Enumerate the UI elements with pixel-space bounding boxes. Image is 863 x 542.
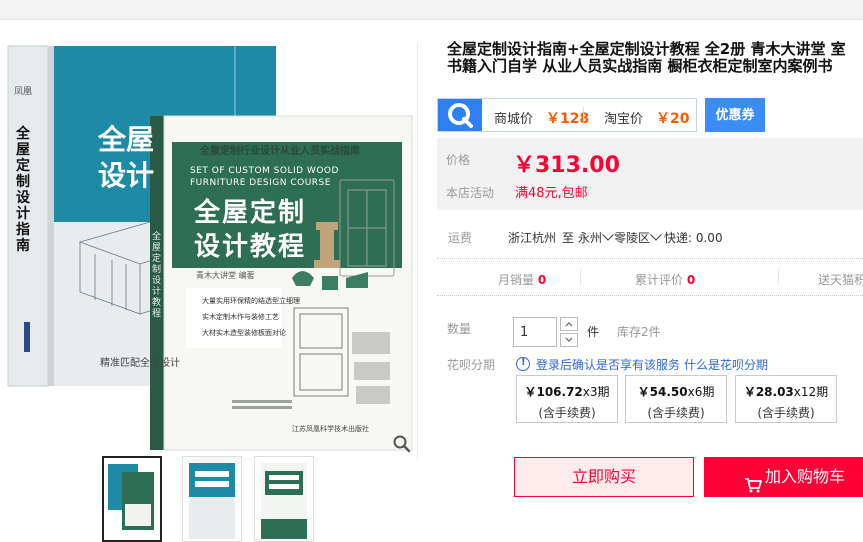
price-compare-box: 商城价 ￥128 淘宝价 ￥20 (437, 98, 697, 132)
installment-fee: (含手续费) (647, 406, 705, 420)
installment-option-12[interactable]: ￥28.03x12期 (含手续费) (735, 375, 837, 423)
back-book-subtitle: 精准匹配全屋设计 (100, 358, 180, 369)
quantity-label: 数量 (447, 322, 472, 336)
shipping-label: 运费 (448, 231, 473, 245)
quantity-unit: 件 (587, 325, 600, 339)
chevron-down-icon (565, 337, 573, 342)
price-compare-icon (438, 99, 482, 131)
add-to-cart-button[interactable]: 加入购物车 (704, 457, 863, 497)
installment-option-3[interactable]: ￥106.72x3期 (含手续费) (516, 375, 618, 423)
chevron-down-icon (602, 229, 614, 241)
tmall-points: 送天猫积 (818, 273, 863, 287)
chevron-down-icon (650, 229, 662, 241)
shipping-express: 快递: 0.00 (664, 231, 723, 245)
promotion-label: 本店活动 (446, 186, 495, 200)
front-book-spine-title: 全屋定制设计教程 (152, 232, 162, 319)
product-title-line1: 全屋定制设计指南+全屋定制设计教程 全2册 青木大讲堂 室 (447, 41, 846, 58)
installment-periods: x12期 (793, 385, 829, 399)
product-title-line2: 书籍入门自学 从业人员实战指南 橱柜衣柜定制室内案例书 (447, 57, 833, 75)
shipping-district: 零陵区 (614, 231, 651, 245)
front-book-title-line1: 全屋定制 (194, 198, 307, 228)
huabei-label: 花呗分期 (447, 358, 496, 372)
front-book-en-line1: SET OF CUSTOM SOLID WOOD (190, 166, 339, 176)
thumbnail-3[interactable] (254, 456, 314, 542)
shipping-city-select[interactable]: 永州 (578, 229, 614, 246)
monthly-sales: 月销量 0 (498, 271, 546, 288)
shipping-district-select[interactable]: 零陵区 (614, 229, 662, 246)
installment-fee: (含手续费) (757, 406, 815, 420)
quantity-increase-button[interactable] (560, 317, 578, 331)
installment-amount: ￥106.72 (524, 385, 583, 399)
buy-now-button[interactable]: 立即购买 (514, 457, 694, 497)
front-book-top-line: 全屋定制行业设计从业人员实战指南 (200, 146, 360, 157)
review-count-value: 0 (686, 273, 696, 287)
front-book-bullet-1: 大量实用环保精的结选型立细理 (202, 297, 300, 305)
front-book-publisher: 江苏凤凰科学技术出版社 (292, 425, 369, 433)
sales-stats-bar: 月销量 0 累计评价 0 送天猫积 (437, 258, 863, 296)
thumbnail-1-image (108, 464, 154, 530)
monthly-sales-value: 0 (537, 273, 547, 287)
promotion-text: 满48元,包邮 (515, 186, 588, 201)
price-panel (437, 138, 863, 210)
quantity-input[interactable] (513, 317, 557, 347)
price-label: 价格 (446, 153, 471, 167)
thumbnail-2-image (189, 463, 235, 539)
chevron-up-icon (565, 322, 573, 327)
installment-periods: x6期 (687, 385, 715, 399)
shipping-from: 浙江杭州 (508, 231, 557, 245)
product-title: 全屋定制设计指南+全屋定制设计教程 全2册 青木大讲堂 室 书籍入门自学 从业人… (447, 41, 863, 75)
back-book-spine-badge: 凤凰 (14, 87, 33, 97)
review-count-label: 累计评价 (635, 273, 684, 287)
back-book-spine-title: 全屋定制设计指南 (16, 126, 30, 254)
thumbnail-1[interactable] (102, 456, 162, 542)
main-product-image[interactable]: 全屋定制设计指南 凤凰 全屋 设计 精准匹配全屋设计 全屋定制行业设计从业人员实… (0, 42, 418, 460)
add-to-cart-label: 加入购物车 (765, 467, 846, 486)
front-book-title-line2: 设计教程 (194, 232, 307, 262)
back-book-title-line1: 全屋 (98, 123, 155, 156)
thumbnail-2[interactable] (182, 456, 242, 542)
shipping-city: 永州 (578, 231, 603, 245)
monthly-sales-label: 月销量 (498, 273, 535, 287)
shipping-to-word: 至 (562, 231, 575, 245)
installment-periods: x3期 (582, 385, 610, 399)
magnifier-icon[interactable] (392, 434, 412, 454)
back-book-title-line2: 设计 (98, 159, 155, 192)
cart-icon (744, 469, 762, 493)
front-book-bullet-2: 实木定制木作与装修工艺 (202, 313, 279, 321)
stock-count: 库存2件 (617, 325, 661, 339)
price-value: ￥313.00 (513, 153, 620, 178)
review-count[interactable]: 累计评价 0 (635, 271, 695, 288)
mall-price-label: 商城价 (494, 112, 534, 127)
thumbnail-3-image (261, 463, 307, 539)
installment-amount: ￥54.50 (637, 385, 688, 399)
taobao-price-value: ￥20 (656, 111, 690, 127)
info-icon: ! (516, 357, 530, 371)
taobao-price-label: 淘宝价 (604, 112, 644, 127)
compare-divider (583, 107, 584, 125)
installment-fee: (含手续费) (538, 406, 596, 420)
front-book-author: 青木大讲堂 编著 (196, 271, 255, 280)
front-book-en-line2: FURNITURE DESIGN COURSE (190, 178, 331, 188)
huabei-what-link[interactable]: 什么是花呗分期 (684, 356, 768, 373)
top-strip (0, 0, 863, 20)
installment-amount: ￥28.03 (743, 385, 794, 399)
front-book-bullet-3: 大材实木造型装修板面对论 (202, 329, 286, 337)
installment-option-6[interactable]: ￥54.50x6期 (含手续费) (625, 375, 727, 423)
quantity-decrease-button[interactable] (560, 333, 578, 347)
huabei-login-hint[interactable]: 登录后确认是否享有该服务 (536, 356, 680, 373)
coupon-button[interactable]: 优惠券 (705, 98, 765, 132)
